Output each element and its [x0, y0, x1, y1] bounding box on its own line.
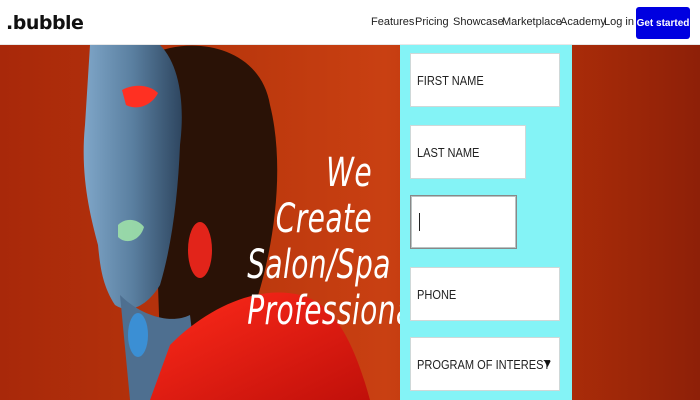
nav-links: Features Pricing Showcase Marketplace Ac… — [0, 16, 700, 32]
first-name-field[interactable]: FIRST NAME — [410, 53, 560, 107]
top-navigation-bar: .bubble Features Pricing Showcase Market… — [0, 0, 700, 45]
hero-headline-line-3: Professionals — [247, 288, 437, 334]
signup-form-panel: FIRST NAME LAST NAME PHONE PROGRAM OF IN… — [400, 45, 572, 400]
last-name-field[interactable]: LAST NAME — [410, 125, 526, 179]
nav-link-marketplace[interactable]: Marketplace — [502, 16, 562, 28]
nav-link-pricing[interactable]: Pricing — [415, 16, 449, 28]
nav-link-academy[interactable]: Academy — [560, 16, 606, 28]
hero-headline-line-2: Salon/Spa — [247, 242, 391, 288]
last-name-placeholder: LAST NAME — [417, 144, 480, 160]
program-of-interest-select[interactable]: PROGRAM OF INTEREST ▼ — [410, 337, 560, 391]
phone-field[interactable]: PHONE — [410, 267, 560, 321]
program-selected-value: PROGRAM OF INTEREST — [417, 356, 551, 372]
first-name-placeholder: FIRST NAME — [417, 72, 484, 88]
nav-link-features[interactable]: Features — [371, 16, 414, 28]
hero-banner: We Create Salon/Spa Professionals — [0, 45, 700, 400]
nav-link-showcase[interactable]: Showcase — [453, 16, 504, 28]
dropdown-arrow-icon: ▼ — [542, 358, 553, 370]
nav-link-login[interactable]: Log in — [604, 16, 634, 28]
hero-headline: We Create Salon/Spa Professionals — [247, 150, 437, 334]
email-field[interactable] — [410, 195, 517, 249]
phone-placeholder: PHONE — [417, 286, 457, 302]
text-cursor — [419, 213, 420, 231]
get-started-button[interactable]: Get started — [636, 7, 690, 39]
hero-headline-line-1: We Create — [275, 150, 372, 242]
